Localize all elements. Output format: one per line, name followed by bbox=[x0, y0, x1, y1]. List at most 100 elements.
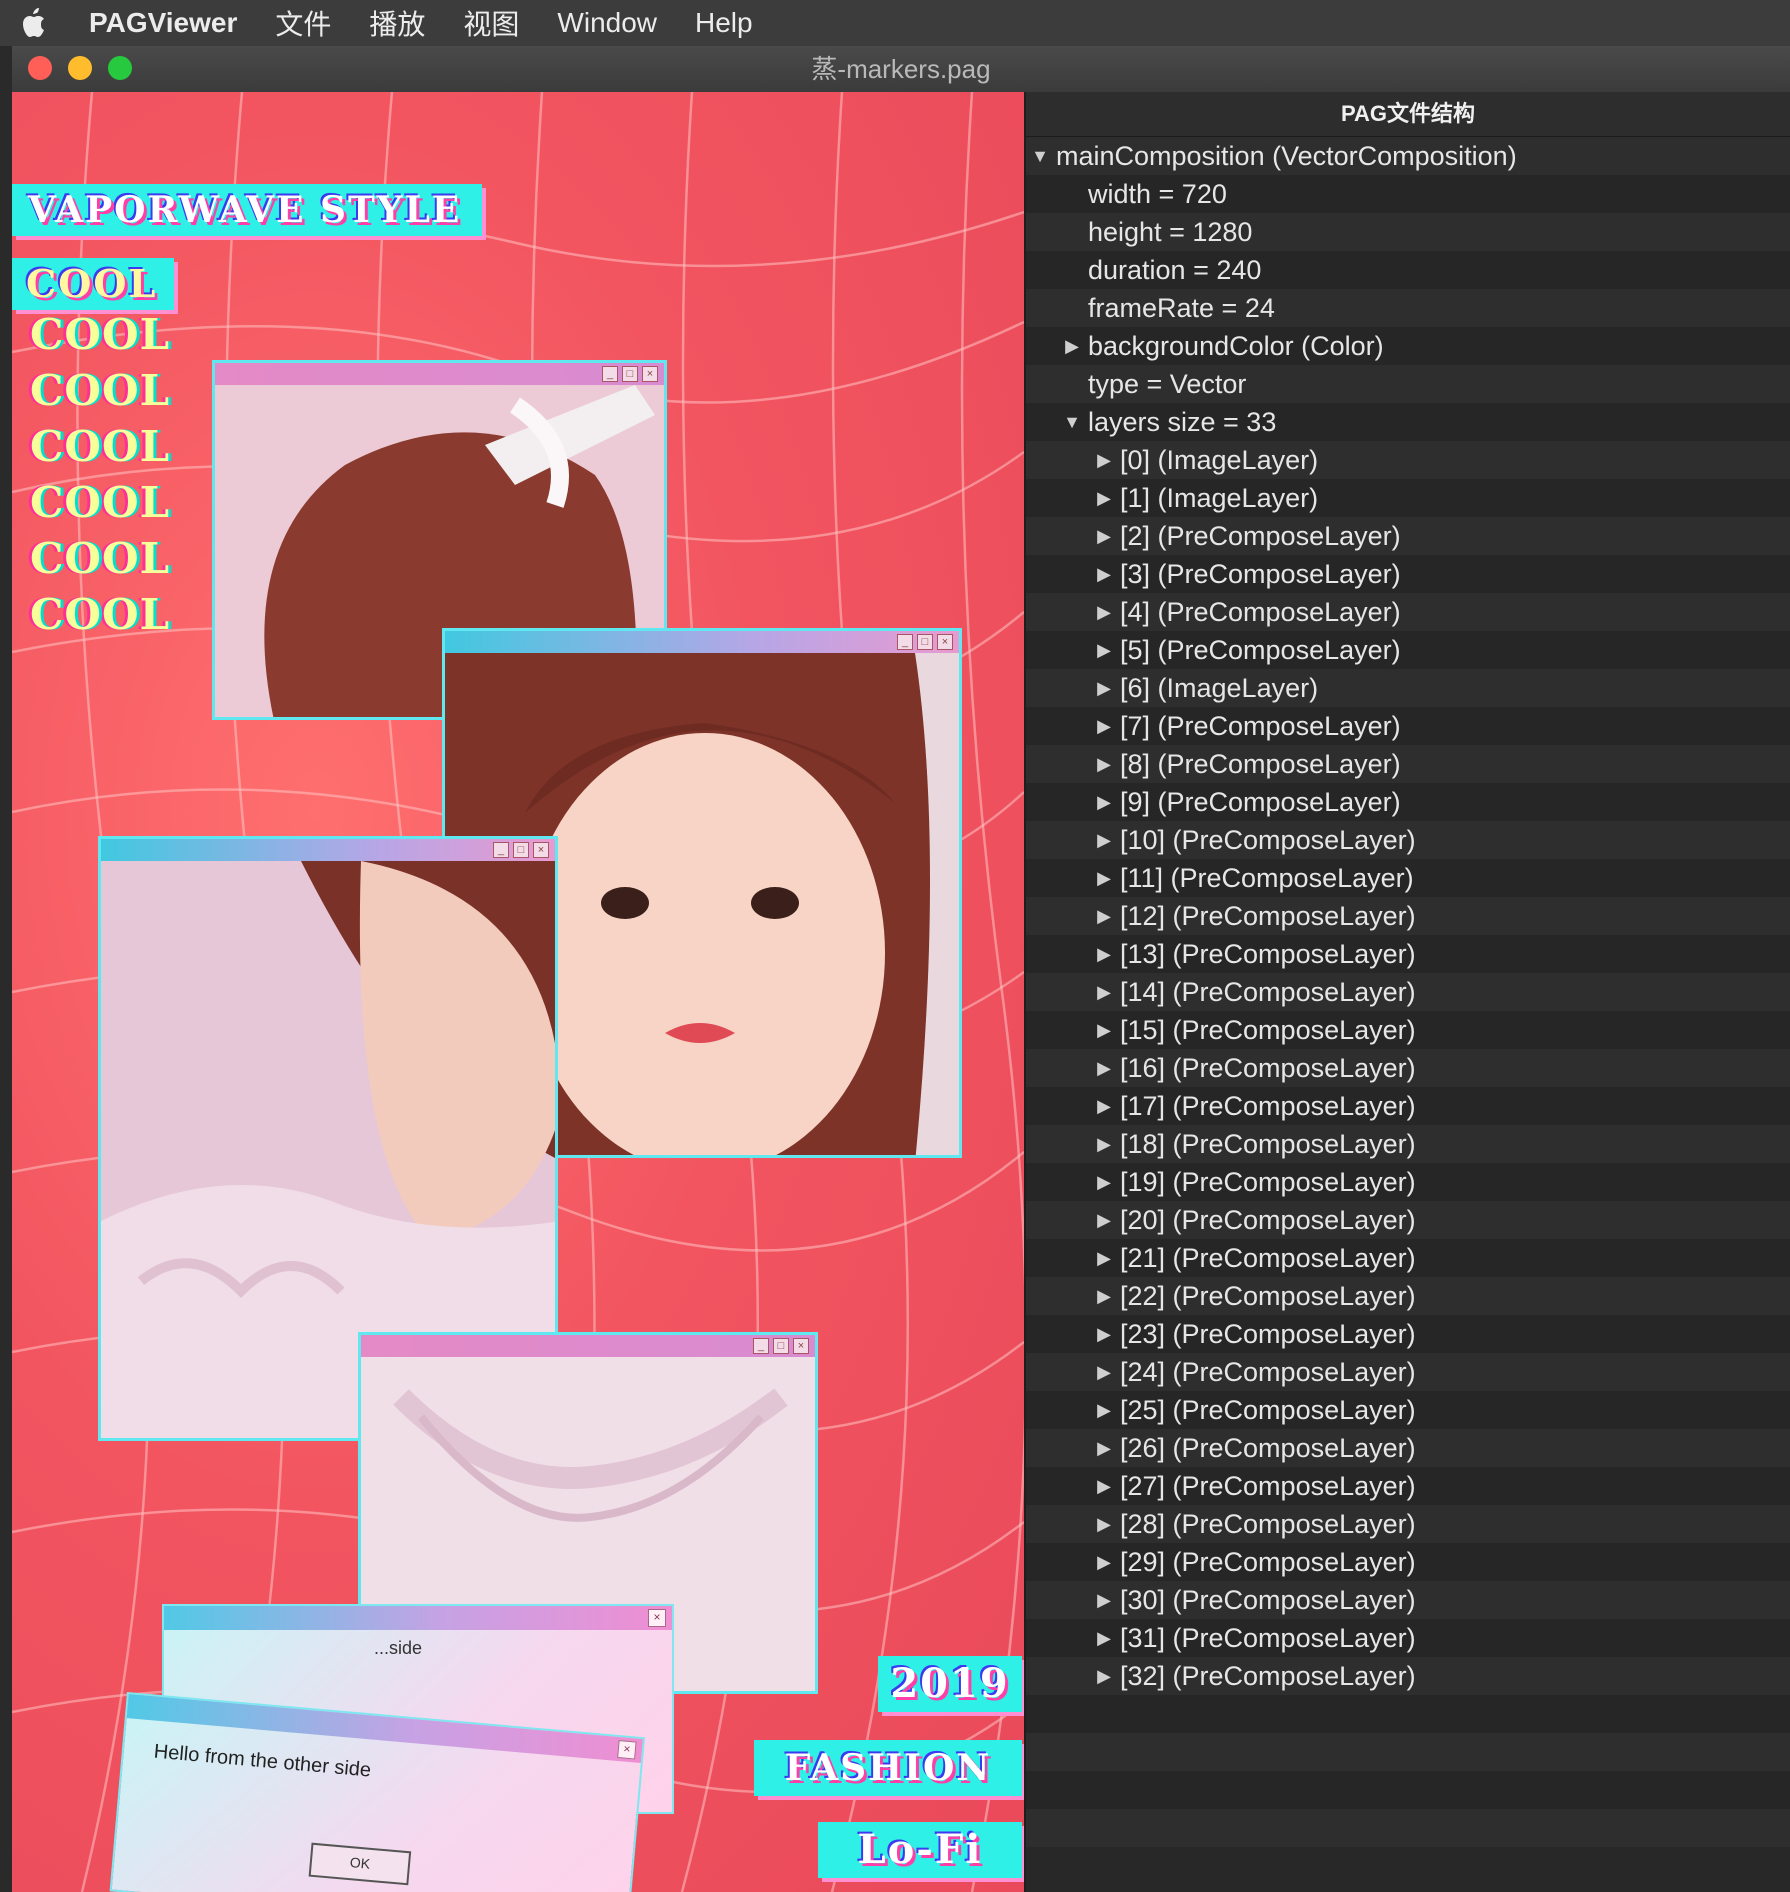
tree-row[interactable]: ▶ [6] (ImageLayer) bbox=[1026, 669, 1790, 707]
tree-row-label: [21] (PreComposeLayer) bbox=[1120, 1243, 1416, 1273]
disclosure-collapsed-icon[interactable]: ▶ bbox=[1094, 479, 1114, 517]
tree-row[interactable]: ▶ [16] (PreComposeLayer) bbox=[1026, 1049, 1790, 1087]
disclosure-collapsed-icon[interactable]: ▶ bbox=[1094, 555, 1114, 593]
tree-row[interactable]: type = Vector bbox=[1026, 365, 1790, 403]
tree-row[interactable]: ▶ [28] (PreComposeLayer) bbox=[1026, 1505, 1790, 1543]
tree-row[interactable]: ▶ [29] (PreComposeLayer) bbox=[1026, 1543, 1790, 1581]
tree-row[interactable]: width = 720 bbox=[1026, 175, 1790, 213]
tree-row[interactable]: ▼ mainComposition (VectorComposition) bbox=[1026, 137, 1790, 175]
tree-row-label: [32] (PreComposeLayer) bbox=[1120, 1661, 1416, 1691]
disclosure-collapsed-icon[interactable]: ▶ bbox=[1094, 1125, 1114, 1163]
disclosure-collapsed-icon[interactable]: ▶ bbox=[1094, 1163, 1114, 1201]
tree-row-label: [31] (PreComposeLayer) bbox=[1120, 1623, 1416, 1653]
tree-row[interactable]: ▶ [12] (PreComposeLayer) bbox=[1026, 897, 1790, 935]
disclosure-collapsed-icon[interactable]: ▶ bbox=[1062, 327, 1082, 365]
minimize-icon: _ bbox=[897, 634, 913, 650]
tree-row-label: [3] (PreComposeLayer) bbox=[1120, 559, 1401, 589]
disclosure-collapsed-icon[interactable]: ▶ bbox=[1094, 1429, 1114, 1467]
menu-help[interactable]: Help bbox=[676, 7, 772, 39]
disclosure-collapsed-icon[interactable]: ▶ bbox=[1094, 1581, 1114, 1619]
tree-row[interactable]: ▶ [2] (PreComposeLayer) bbox=[1026, 517, 1790, 555]
disclosure-collapsed-icon[interactable]: ▶ bbox=[1094, 821, 1114, 859]
tree-row[interactable]: ▶ [18] (PreComposeLayer) bbox=[1026, 1125, 1790, 1163]
disclosure-collapsed-icon[interactable]: ▶ bbox=[1094, 1011, 1114, 1049]
tree-row[interactable]: frameRate = 24 bbox=[1026, 289, 1790, 327]
menu-file[interactable]: 文件 bbox=[256, 3, 350, 43]
tree-row[interactable]: ▶ [7] (PreComposeLayer) bbox=[1026, 707, 1790, 745]
tree-row-label: type = Vector bbox=[1088, 369, 1247, 399]
tree-row[interactable]: ▶ [0] (ImageLayer) bbox=[1026, 441, 1790, 479]
disclosure-collapsed-icon[interactable]: ▶ bbox=[1094, 1353, 1114, 1391]
disclosure-collapsed-icon[interactable]: ▶ bbox=[1094, 783, 1114, 821]
disclosure-collapsed-icon[interactable]: ▶ bbox=[1094, 1087, 1114, 1125]
tree-row[interactable]: ▶ [23] (PreComposeLayer) bbox=[1026, 1315, 1790, 1353]
tree-row[interactable]: ▼ layers size = 33 bbox=[1026, 403, 1790, 441]
tree-row[interactable]: ▶ [14] (PreComposeLayer) bbox=[1026, 973, 1790, 1011]
disclosure-collapsed-icon[interactable]: ▶ bbox=[1094, 441, 1114, 479]
tree-row[interactable]: ▶ [8] (PreComposeLayer) bbox=[1026, 745, 1790, 783]
tree-row-label: [9] (PreComposeLayer) bbox=[1120, 787, 1401, 817]
disclosure-collapsed-icon[interactable]: ▶ bbox=[1094, 935, 1114, 973]
tree-row[interactable]: ▶ [9] (PreComposeLayer) bbox=[1026, 783, 1790, 821]
disclosure-collapsed-icon[interactable]: ▶ bbox=[1094, 1391, 1114, 1429]
tree-row[interactable]: ▶ [15] (PreComposeLayer) bbox=[1026, 1011, 1790, 1049]
disclosure-collapsed-icon[interactable]: ▶ bbox=[1094, 1315, 1114, 1353]
disclosure-collapsed-icon[interactable]: ▶ bbox=[1094, 1049, 1114, 1087]
tree-row[interactable]: ▶ [32] (PreComposeLayer) bbox=[1026, 1657, 1790, 1695]
disclosure-collapsed-icon[interactable]: ▶ bbox=[1094, 1467, 1114, 1505]
menu-play[interactable]: 播放 bbox=[350, 3, 444, 43]
maximize-icon: □ bbox=[622, 366, 638, 382]
tree-row[interactable]: ▶ [24] (PreComposeLayer) bbox=[1026, 1353, 1790, 1391]
title-bar[interactable]: 蒸-markers.pag bbox=[12, 46, 1790, 93]
tree-row[interactable]: ▶ [25] (PreComposeLayer) bbox=[1026, 1391, 1790, 1429]
disclosure-collapsed-icon[interactable]: ▶ bbox=[1094, 745, 1114, 783]
disclosure-collapsed-icon[interactable]: ▶ bbox=[1094, 1543, 1114, 1581]
tree-row[interactable]: ▶ backgroundColor (Color) bbox=[1026, 327, 1790, 365]
tree-row[interactable]: ▶ [22] (PreComposeLayer) bbox=[1026, 1277, 1790, 1315]
disclosure-collapsed-icon[interactable]: ▶ bbox=[1094, 1505, 1114, 1543]
disclosure-expanded-icon[interactable]: ▼ bbox=[1030, 137, 1050, 175]
tree-row[interactable]: ▶ [27] (PreComposeLayer) bbox=[1026, 1467, 1790, 1505]
disclosure-collapsed-icon[interactable]: ▶ bbox=[1094, 1239, 1114, 1277]
tree-row[interactable]: ▶ [13] (PreComposeLayer) bbox=[1026, 935, 1790, 973]
disclosure-collapsed-icon[interactable]: ▶ bbox=[1094, 517, 1114, 555]
disclosure-collapsed-icon[interactable]: ▶ bbox=[1094, 1201, 1114, 1239]
disclosure-collapsed-icon[interactable]: ▶ bbox=[1094, 1657, 1114, 1695]
disclosure-collapsed-icon[interactable]: ▶ bbox=[1094, 897, 1114, 935]
tree-row[interactable]: ▶ [20] (PreComposeLayer) bbox=[1026, 1201, 1790, 1239]
tree-row-label: duration = 240 bbox=[1088, 255, 1262, 285]
tree-row[interactable]: ▶ [26] (PreComposeLayer) bbox=[1026, 1429, 1790, 1467]
tree-row[interactable]: ▶ [11] (PreComposeLayer) bbox=[1026, 859, 1790, 897]
window-title: 蒸-markers.pag bbox=[811, 54, 991, 84]
disclosure-collapsed-icon[interactable]: ▶ bbox=[1094, 1277, 1114, 1315]
tree-row[interactable]: ▶ [21] (PreComposeLayer) bbox=[1026, 1239, 1790, 1277]
disclosure-collapsed-icon[interactable]: ▶ bbox=[1094, 669, 1114, 707]
tree-row[interactable]: duration = 240 bbox=[1026, 251, 1790, 289]
tree-row[interactable]: ▶ [17] (PreComposeLayer) bbox=[1026, 1087, 1790, 1125]
close-icon: × bbox=[793, 1338, 809, 1354]
disclosure-collapsed-icon[interactable]: ▶ bbox=[1094, 707, 1114, 745]
disclosure-collapsed-icon[interactable]: ▶ bbox=[1094, 1619, 1114, 1657]
apple-icon[interactable] bbox=[0, 7, 70, 39]
disclosure-expanded-icon[interactable]: ▼ bbox=[1062, 403, 1082, 441]
tree-row-label: [16] (PreComposeLayer) bbox=[1120, 1053, 1416, 1083]
tree-row[interactable]: ▶ [19] (PreComposeLayer) bbox=[1026, 1163, 1790, 1201]
tree-row[interactable]: ▶ [30] (PreComposeLayer) bbox=[1026, 1581, 1790, 1619]
disclosure-collapsed-icon[interactable]: ▶ bbox=[1094, 593, 1114, 631]
tree-row[interactable]: ▶ [3] (PreComposeLayer) bbox=[1026, 555, 1790, 593]
menu-pagviewer[interactable]: PAGViewer bbox=[70, 7, 256, 39]
tree-row[interactable]: ▶ [4] (PreComposeLayer) bbox=[1026, 593, 1790, 631]
tree-row[interactable]: ▶ [1] (ImageLayer) bbox=[1026, 479, 1790, 517]
pag-preview-canvas[interactable]: VAPORWAVE STYLE COOL COOL COOL COOL COOL… bbox=[12, 92, 1024, 1892]
tree-row[interactable]: ▶ [10] (PreComposeLayer) bbox=[1026, 821, 1790, 859]
menu-view[interactable]: 视图 bbox=[444, 3, 538, 43]
retro-window-titlebar: _ □ × bbox=[361, 1335, 815, 1357]
tree-row[interactable]: height = 1280 bbox=[1026, 213, 1790, 251]
close-icon: × bbox=[617, 1740, 637, 1760]
menu-window[interactable]: Window bbox=[538, 7, 676, 39]
disclosure-collapsed-icon[interactable]: ▶ bbox=[1094, 973, 1114, 1011]
tree-row[interactable]: ▶ [5] (PreComposeLayer) bbox=[1026, 631, 1790, 669]
tree-row[interactable]: ▶ [31] (PreComposeLayer) bbox=[1026, 1619, 1790, 1657]
disclosure-collapsed-icon[interactable]: ▶ bbox=[1094, 859, 1114, 897]
disclosure-collapsed-icon[interactable]: ▶ bbox=[1094, 631, 1114, 669]
